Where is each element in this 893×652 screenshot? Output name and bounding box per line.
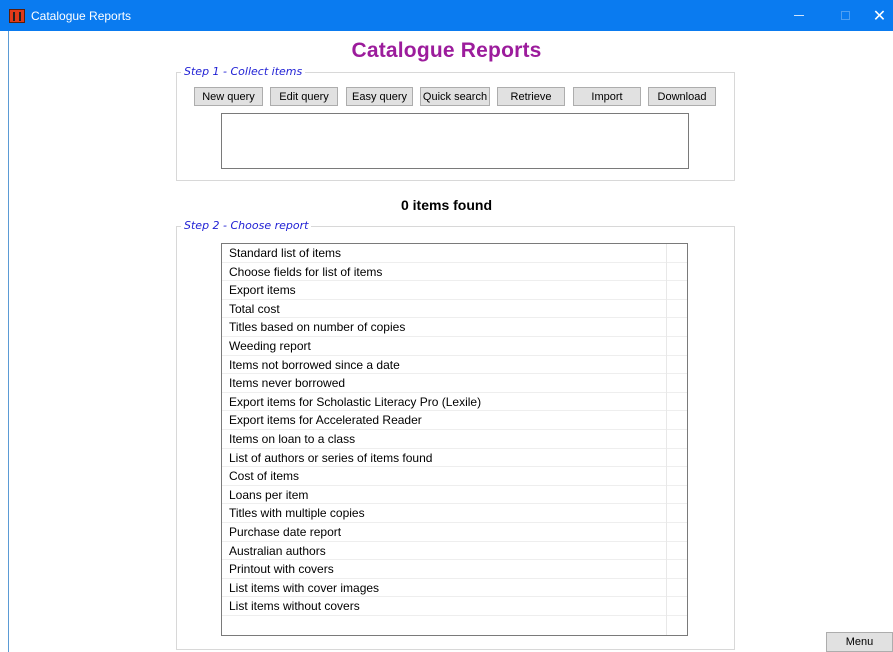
retrieve-button[interactable]: Retrieve bbox=[497, 87, 565, 106]
minimize-icon bbox=[794, 15, 804, 16]
report-list-item[interactable]: Weeding report bbox=[222, 337, 687, 356]
report-list-item[interactable]: Export items for Scholastic Literacy Pro… bbox=[222, 393, 687, 412]
report-list-item[interactable]: Export items bbox=[222, 281, 687, 300]
quick-search-button[interactable]: Quick search bbox=[420, 87, 490, 106]
report-list-item[interactable]: Printout with covers bbox=[222, 560, 687, 579]
report-list-item[interactable]: List of authors or series of items found bbox=[222, 449, 687, 468]
page-title: Catalogue Reports bbox=[351, 39, 542, 62]
report-list-item[interactable]: Choose fields for list of items bbox=[222, 263, 687, 282]
items-found-count: 0 items found bbox=[400, 197, 492, 213]
maximize-icon bbox=[840, 11, 850, 20]
collected-items-box[interactable] bbox=[221, 113, 689, 169]
report-list-item[interactable]: Cost of items bbox=[222, 467, 687, 486]
report-list-column-divider bbox=[666, 244, 667, 635]
report-list-item[interactable]: List items with cover images bbox=[222, 579, 687, 598]
menu-button[interactable]: Menu bbox=[826, 632, 893, 652]
step2-legend: Step 2 - Choose report bbox=[181, 219, 312, 232]
edit-query-button[interactable]: Edit query bbox=[270, 87, 338, 106]
report-list-item[interactable]: Titles with multiple copies bbox=[222, 504, 687, 523]
new-query-button[interactable]: New query bbox=[194, 87, 263, 106]
window-title: Catalogue Reports bbox=[31, 8, 132, 23]
step1-legend: Step 1 - Collect items bbox=[181, 65, 306, 78]
report-list-item[interactable]: Australian authors bbox=[222, 542, 687, 561]
report-list-item[interactable]: Items not borrowed since a date bbox=[222, 356, 687, 375]
report-list-item[interactable]: Items on loan to a class bbox=[222, 430, 687, 449]
maximize-button[interactable] bbox=[822, 0, 868, 31]
report-list-item[interactable]: List items without covers bbox=[222, 597, 687, 616]
report-list-item[interactable]: Titles based on number of copies bbox=[222, 318, 687, 337]
download-button[interactable]: Download bbox=[648, 87, 716, 106]
report-list-item[interactable]: Items never borrowed bbox=[222, 374, 687, 393]
import-button[interactable]: Import bbox=[573, 87, 641, 106]
easy-query-button[interactable]: Easy query bbox=[346, 87, 413, 106]
report-list-item[interactable]: Export items for Accelerated Reader bbox=[222, 411, 687, 430]
report-list-item[interactable]: Standard list of items bbox=[222, 244, 687, 263]
window-left-edge bbox=[0, 31, 9, 652]
minimize-button[interactable] bbox=[776, 0, 822, 31]
report-list-item[interactable]: Purchase date report bbox=[222, 523, 687, 542]
report-list-item[interactable]: Total cost bbox=[222, 300, 687, 319]
close-icon: ✕ bbox=[872, 7, 887, 25]
report-list-item[interactable]: Loans per item bbox=[222, 486, 687, 505]
report-list[interactable]: Standard list of items Choose fields for … bbox=[221, 243, 688, 636]
app-icon bbox=[9, 8, 25, 23]
close-button[interactable]: ✕ bbox=[866, 0, 893, 31]
window-titlebar[interactable]: Catalogue Reports bbox=[0, 0, 893, 31]
